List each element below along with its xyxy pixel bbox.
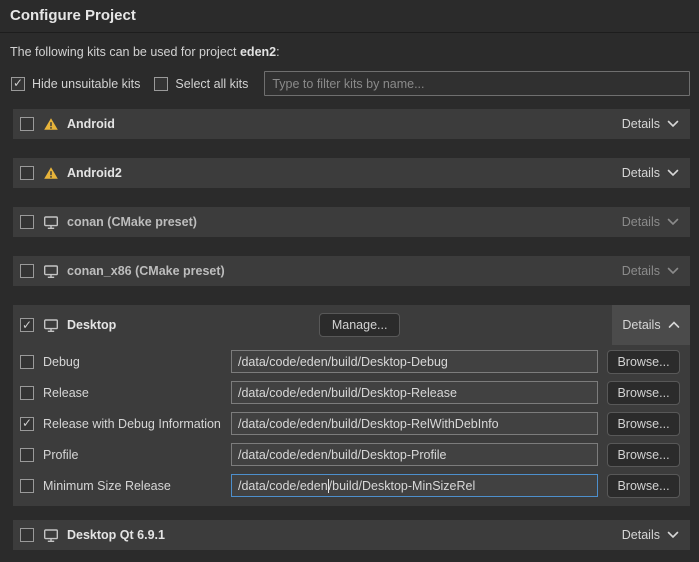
intro-suffix: :	[276, 45, 279, 59]
details-button[interactable]: Details	[611, 207, 690, 237]
kit-checkbox[interactable]	[20, 528, 34, 542]
browse-button[interactable]: Browse...	[607, 350, 680, 374]
kit-filter-input[interactable]	[264, 71, 690, 96]
build-config-row-release: Release Browse...	[20, 377, 680, 408]
browse-button[interactable]: Browse...	[607, 381, 680, 405]
details-label: Details	[622, 117, 660, 131]
build-path-input[interactable]	[231, 412, 598, 435]
kit-toolbar: Hide unsuitable kits Select all kits	[11, 71, 690, 96]
chevron-down-icon	[667, 267, 679, 275]
details-button[interactable]: Details	[612, 305, 690, 345]
kit-checkbox[interactable]	[20, 117, 34, 131]
manage-button[interactable]: Manage...	[319, 313, 401, 337]
chevron-down-icon	[667, 531, 679, 539]
kit-name: Android2	[67, 166, 122, 180]
kit-header: Android2 Details	[13, 158, 690, 188]
details-button[interactable]: Details	[611, 256, 690, 286]
page-title: Configure Project	[10, 7, 136, 24]
kit-row-conan: conan (CMake preset) Details	[13, 207, 690, 237]
kit-name: Android	[67, 117, 115, 131]
details-label: Details	[622, 215, 660, 229]
details-label: Details	[622, 166, 660, 180]
build-config-list: Debug Browse... Release Browse... Releas…	[13, 345, 690, 506]
kit-list: Android Details Android2 Details conan (…	[0, 109, 699, 550]
browse-button[interactable]: Browse...	[607, 443, 680, 467]
chevron-down-icon	[667, 218, 679, 226]
kit-name: Desktop	[67, 318, 116, 332]
config-label: Minimum Size Release	[43, 479, 231, 493]
config-checkbox[interactable]	[20, 448, 34, 462]
build-config-row-relwithdebinfo: Release with Debug Information Browse...	[20, 408, 680, 439]
chevron-up-icon	[668, 321, 680, 329]
build-config-row-minsizerel: Minimum Size Release /data/code/eden/bui…	[20, 470, 680, 501]
path-text-after-cursor: /build/Desktop-MinSizeRel	[329, 479, 476, 493]
desktop-icon	[43, 318, 59, 333]
kit-name: conan_x86 (CMake preset)	[67, 264, 225, 278]
kit-checkbox[interactable]	[20, 318, 34, 332]
config-checkbox[interactable]	[20, 355, 34, 369]
browse-button[interactable]: Browse...	[607, 474, 680, 498]
select-all-kits-label: Select all kits	[175, 77, 248, 91]
page-header: Configure Project	[0, 0, 699, 33]
warning-icon	[43, 117, 59, 131]
select-all-kits-checkbox[interactable]: Select all kits	[154, 77, 248, 91]
build-path-input-focused[interactable]: /data/code/eden/build/Desktop-MinSizeRel	[231, 474, 598, 497]
build-config-row-profile: Profile Browse...	[20, 439, 680, 470]
hide-unsuitable-kits-checkbox[interactable]: Hide unsuitable kits	[11, 77, 140, 91]
details-label: Details	[622, 264, 660, 278]
kit-checkbox[interactable]	[20, 264, 34, 278]
path-text-before-cursor: /data/code/eden	[238, 479, 328, 493]
config-label: Profile	[43, 448, 231, 462]
kit-row-android: Android Details	[13, 109, 690, 139]
chevron-down-icon	[667, 120, 679, 128]
details-button[interactable]: Details	[611, 158, 690, 188]
kit-row-desktop-qt-691: Desktop Qt 6.9.1 Details	[13, 520, 690, 550]
desktop-icon	[43, 528, 59, 543]
kit-row-desktop: Desktop Manage... Details Debug Browse..…	[13, 305, 690, 506]
kit-header: conan (CMake preset) Details	[13, 207, 690, 237]
kit-name: conan (CMake preset)	[67, 215, 197, 229]
kit-header: Android Details	[13, 109, 690, 139]
details-label: Details	[622, 318, 660, 332]
kit-header: conan_x86 (CMake preset) Details	[13, 256, 690, 286]
browse-button[interactable]: Browse...	[607, 412, 680, 436]
kit-name: Desktop Qt 6.9.1	[67, 528, 165, 542]
intro-text: The following kits can be used for proje…	[10, 45, 689, 59]
checkbox-box[interactable]	[154, 77, 168, 91]
build-path-input[interactable]	[231, 381, 598, 404]
desktop-icon	[43, 264, 59, 279]
build-path-input[interactable]	[231, 443, 598, 466]
project-name: eden2	[240, 45, 276, 59]
intro-prefix: The following kits can be used for proje…	[10, 45, 240, 59]
checkbox-box[interactable]	[11, 77, 25, 91]
desktop-icon	[43, 215, 59, 230]
config-label: Release	[43, 386, 231, 400]
warning-icon	[43, 166, 59, 180]
build-config-row-debug: Debug Browse...	[20, 346, 680, 377]
config-label: Release with Debug Information	[43, 417, 231, 431]
kit-header: Desktop Manage... Details	[13, 305, 690, 345]
kit-checkbox[interactable]	[20, 215, 34, 229]
details-button[interactable]: Details	[611, 520, 690, 550]
details-button[interactable]: Details	[611, 109, 690, 139]
details-label: Details	[622, 528, 660, 542]
hide-unsuitable-kits-label: Hide unsuitable kits	[32, 77, 140, 91]
config-label: Debug	[43, 355, 231, 369]
build-path-input[interactable]	[231, 350, 598, 373]
config-checkbox[interactable]	[20, 479, 34, 493]
config-checkbox[interactable]	[20, 417, 34, 431]
chevron-down-icon	[667, 169, 679, 177]
kit-header: Desktop Qt 6.9.1 Details	[13, 520, 690, 550]
config-checkbox[interactable]	[20, 386, 34, 400]
kit-row-android2: Android2 Details	[13, 158, 690, 188]
kit-checkbox[interactable]	[20, 166, 34, 180]
kit-row-conan-x86: conan_x86 (CMake preset) Details	[13, 256, 690, 286]
